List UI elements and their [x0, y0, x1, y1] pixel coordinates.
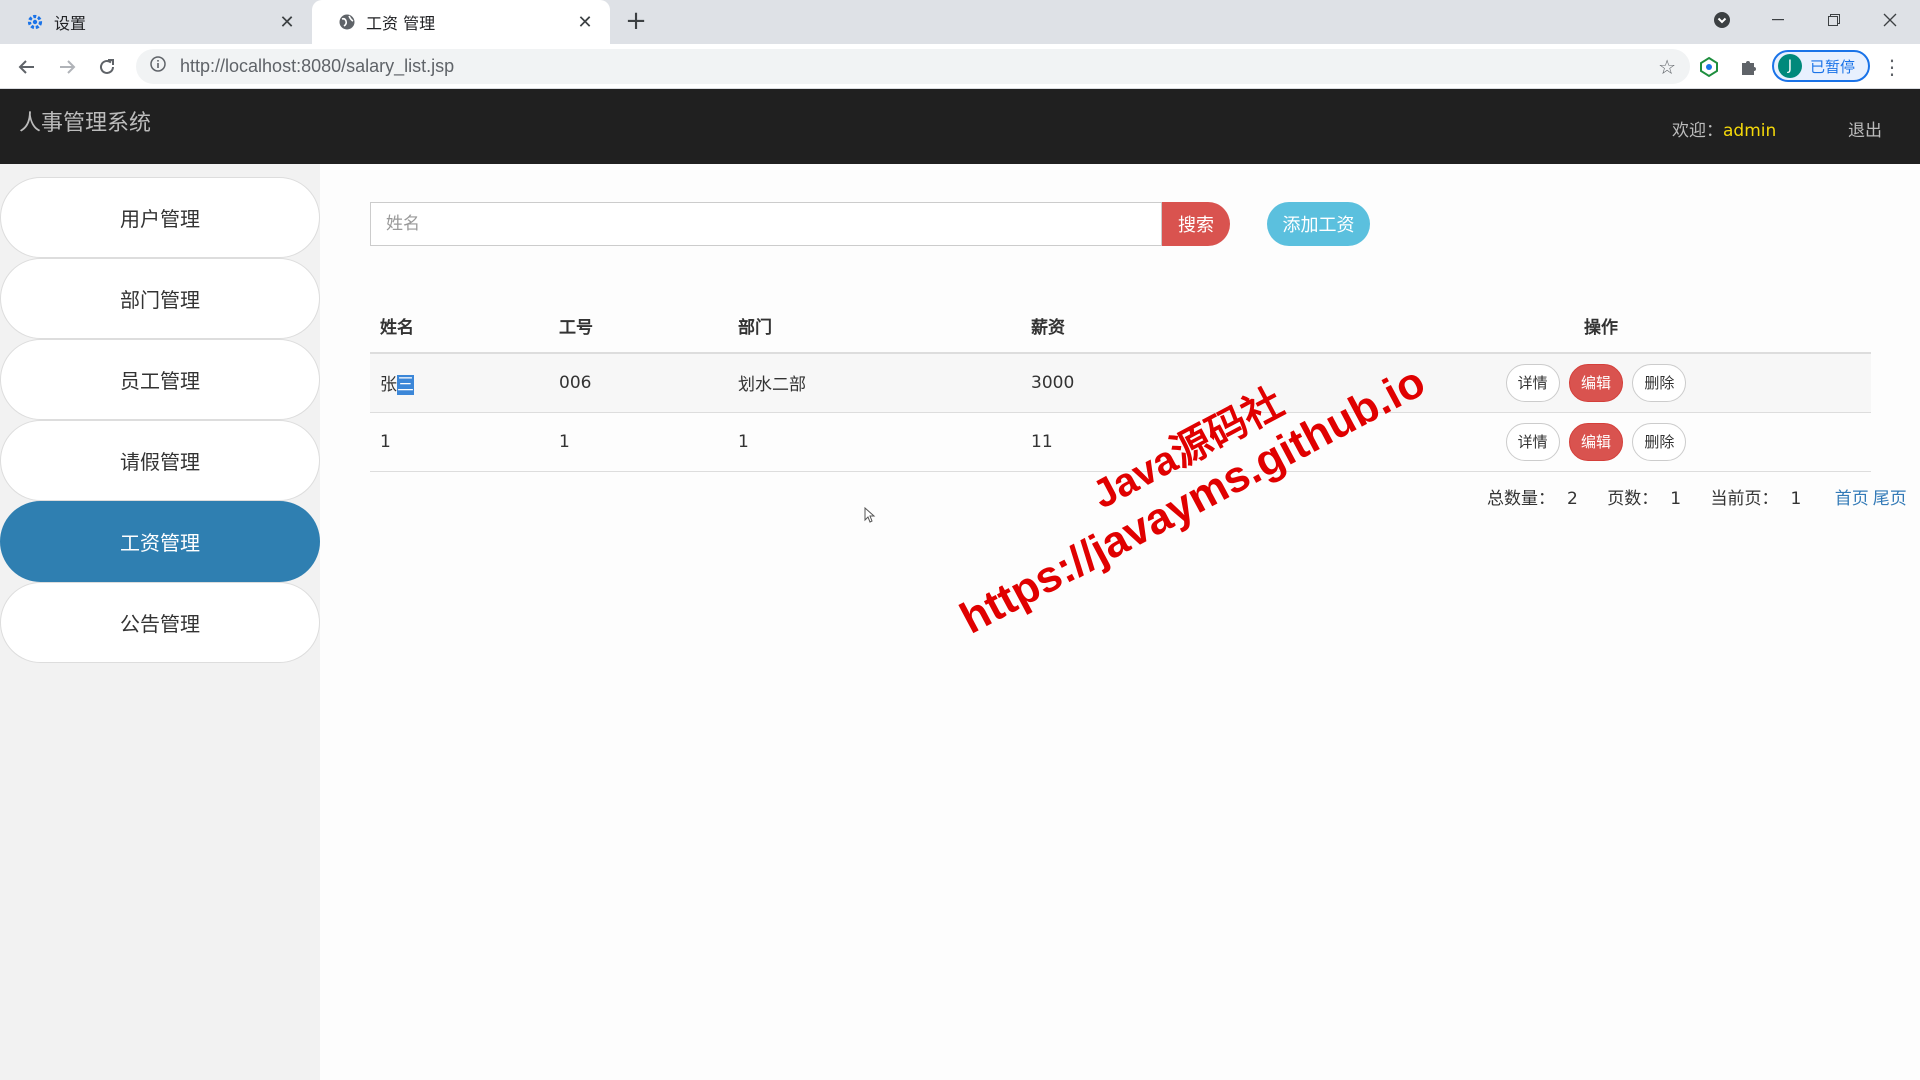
cell-dept: 划水二部	[728, 353, 1021, 413]
sidebar-item-leave[interactable]: 请假管理	[0, 420, 320, 501]
column-header-emp-no: 工号	[549, 299, 728, 354]
sidebar-item-employees[interactable]: 员工管理	[0, 339, 320, 420]
total-count: 总数量： 2	[1487, 489, 1590, 509]
name-text: 张	[380, 375, 397, 396]
profile-status: 已暂停	[1810, 57, 1856, 76]
new-tab-icon[interactable]: +	[622, 8, 650, 36]
tab-search-icon[interactable]	[1696, 0, 1748, 40]
pagination: 总数量： 2 页数： 1 当前页： 1 首页 尾页	[1487, 484, 1907, 509]
column-header-name: 姓名	[370, 299, 549, 354]
selected-text: 三	[397, 375, 414, 396]
mouse-cursor-icon	[864, 507, 876, 523]
avatar: J	[1778, 54, 1802, 78]
window-close-icon[interactable]	[1864, 0, 1916, 40]
app-header: 人事管理系统 欢迎：admin 退出	[0, 89, 1920, 164]
url-text: http://localhost:8080/salary_list.jsp	[180, 56, 454, 77]
globe-icon	[338, 13, 356, 31]
minimize-icon[interactable]	[1752, 0, 1804, 40]
menu-kebab-icon[interactable]: ⋮	[1882, 54, 1902, 80]
tab-title: 工资 管理	[366, 14, 436, 33]
welcome-label: 欢迎：	[1672, 121, 1723, 141]
reload-icon[interactable]	[92, 52, 122, 82]
current-value: 1	[1790, 489, 1802, 509]
delete-button[interactable]: 删除	[1632, 422, 1687, 461]
sidebar-item-departments[interactable]: 部门管理	[0, 258, 320, 339]
table-header-row: 姓名 工号 部门 薪资 操作	[370, 299, 1871, 354]
sidebar-item-users[interactable]: 用户管理	[0, 177, 320, 258]
current-page: 当前页： 1	[1710, 489, 1813, 509]
url-path: :8080/salary_list.jsp	[296, 56, 455, 76]
sidebar: 用户管理 部门管理 员工管理 请假管理 工资管理 公告管理	[0, 164, 320, 1080]
cell-actions: 详情 编辑 删除	[1321, 412, 1871, 472]
total-label: 总数量：	[1487, 489, 1555, 509]
profile-button[interactable]: J 已暂停	[1772, 50, 1870, 82]
url-host: http://localhost	[180, 56, 297, 76]
browser-toolbar: http://localhost:8080/salary_list.jsp ☆ …	[0, 44, 1920, 89]
username: admin	[1723, 121, 1777, 141]
page-count: 页数： 1	[1607, 489, 1693, 509]
logout-link[interactable]: 退出	[1848, 116, 1882, 141]
total-value: 2	[1567, 489, 1578, 509]
last-page-link[interactable]: 尾页	[1873, 489, 1907, 509]
bookmark-star-icon[interactable]: ☆	[1658, 55, 1676, 79]
cell-name: 张三	[370, 353, 549, 413]
back-icon[interactable]	[12, 52, 42, 82]
tab-settings[interactable]: 设置 ✕	[0, 0, 308, 44]
pages-value: 1	[1670, 489, 1682, 509]
tab-title: 设置	[54, 14, 87, 33]
puzzle-icon[interactable]	[1736, 54, 1762, 80]
edit-button[interactable]: 编辑	[1568, 422, 1623, 461]
info-icon[interactable]	[150, 56, 166, 77]
extension-icon[interactable]	[1696, 54, 1722, 80]
app-title: 人事管理系统	[19, 111, 152, 136]
close-icon[interactable]: ✕	[574, 11, 596, 33]
gear-icon	[26, 13, 44, 31]
browser-tab-bar: 设置 ✕ 工资 管理 ✕ +	[0, 0, 1920, 44]
sidebar-item-notices[interactable]: 公告管理	[0, 582, 320, 663]
name-text: 1	[380, 431, 391, 452]
forward-icon[interactable]	[52, 52, 82, 82]
sidebar-item-salary[interactable]: 工资管理	[0, 501, 320, 582]
main-content: 搜索 添加工资 姓名 工号 部门 薪资 操作 张三 006 划水二部 3000 …	[320, 164, 1920, 1080]
salary-table: 姓名 工号 部门 薪资 操作 张三 006 划水二部 3000 详情 编辑 删除…	[370, 299, 1871, 472]
cell-emp-no: 006	[549, 353, 728, 413]
detail-button[interactable]: 详情	[1505, 422, 1560, 461]
search-input[interactable]	[370, 202, 1162, 246]
edit-button[interactable]: 编辑	[1568, 363, 1623, 402]
cell-name: 1	[370, 412, 549, 472]
table-row: 张三 006 划水二部 3000 详情 编辑 删除	[370, 353, 1871, 413]
delete-button[interactable]: 删除	[1632, 363, 1687, 402]
close-icon[interactable]: ✕	[276, 11, 298, 33]
add-salary-button[interactable]: 添加工资	[1267, 202, 1370, 246]
first-page-link[interactable]: 首页	[1835, 489, 1869, 509]
cell-emp-no: 1	[549, 412, 728, 472]
column-header-dept: 部门	[728, 299, 1021, 354]
address-bar[interactable]: http://localhost:8080/salary_list.jsp ☆	[136, 49, 1690, 84]
pages-label: 页数：	[1607, 489, 1659, 509]
cell-dept: 1	[728, 412, 1021, 472]
detail-button[interactable]: 详情	[1505, 363, 1560, 402]
restore-icon[interactable]	[1808, 0, 1860, 40]
current-label: 当前页：	[1710, 489, 1779, 509]
column-header-salary: 薪资	[1021, 299, 1321, 354]
welcome-text: 欢迎：admin	[1672, 116, 1776, 141]
tab-salary-management[interactable]: 工资 管理 ✕	[312, 0, 610, 44]
search-button[interactable]: 搜索	[1162, 202, 1230, 246]
